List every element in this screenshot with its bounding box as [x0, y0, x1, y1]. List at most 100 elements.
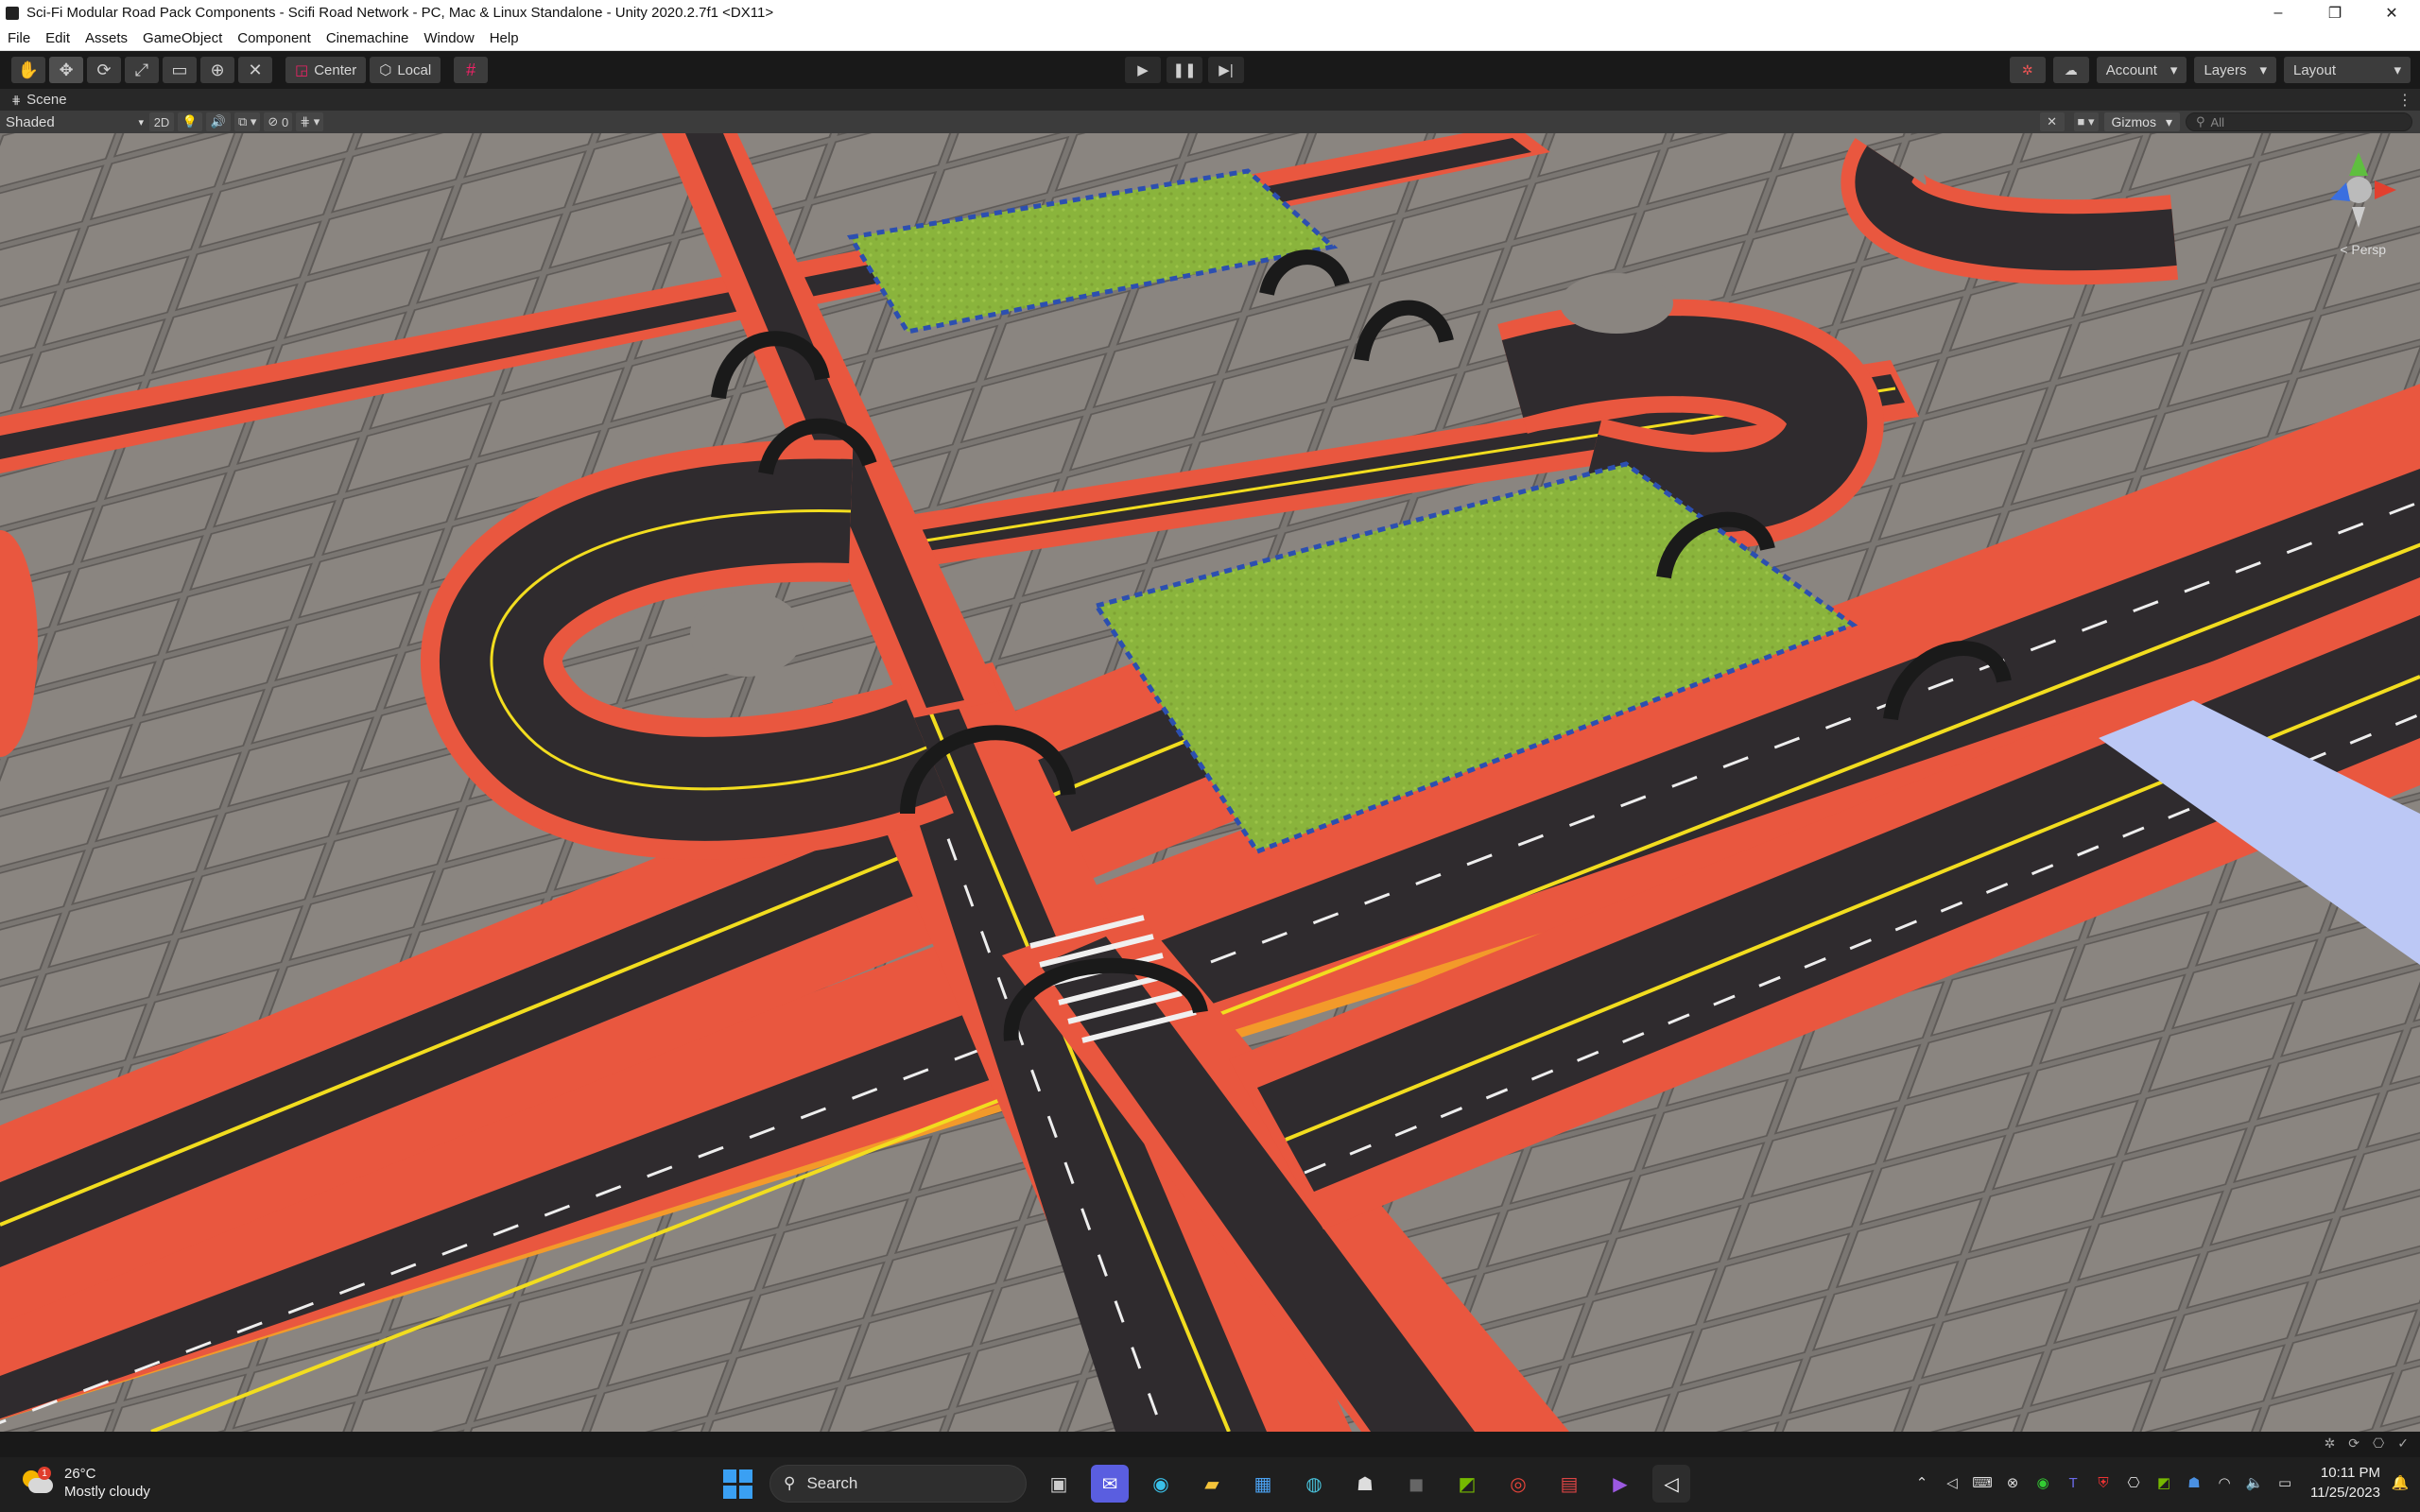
weather-widget[interactable]: 1 26°C Mostly cloudy — [21, 1465, 150, 1501]
pivot-local-label: Local — [397, 61, 432, 78]
more-options-icon[interactable]: ⋮ — [2397, 91, 2412, 110]
menu-edit[interactable]: Edit — [38, 30, 78, 46]
scene-render — [0, 133, 2420, 1432]
camera-icon[interactable]: ■ ▾ — [2073, 112, 2099, 131]
step-icon[interactable]: ▶| — [1208, 57, 1244, 83]
battery-icon[interactable]: ▭ — [2274, 1472, 2295, 1493]
menu-gameobject[interactable]: GameObject — [135, 30, 230, 46]
globe-app-icon[interactable]: ◍ — [1295, 1465, 1333, 1503]
grid-snap-icon[interactable]: # — [454, 57, 489, 83]
menu-component[interactable]: Component — [230, 30, 319, 46]
rotate-icon[interactable]: ⟳ — [87, 57, 121, 83]
scene-viewport[interactable]: < Persp — [0, 133, 2420, 1432]
nvidia-icon[interactable]: ◩ — [1448, 1465, 1486, 1503]
window-title: Sci-Fi Modular Road Pack Components - Sc… — [26, 5, 774, 21]
scene-search-input[interactable]: ⚲ All — [2186, 112, 2412, 131]
chrome-icon[interactable]: ◎ — [1499, 1465, 1537, 1503]
weather-desc: Mostly cloudy — [64, 1484, 150, 1500]
keyboard-icon[interactable]: ⌨ — [1972, 1472, 1993, 1493]
system-tray: ⌃ ◁ ⌨ ⊗ ◉ T ⛨ ⎔ ◩ ☗ ◠ 🔈 ▭ 10:11 PM 11/25… — [1911, 1463, 2411, 1503]
status-icons: ✲ ⟳ ⎔ ✓ — [2325, 1435, 2409, 1452]
close-button[interactable]: ✕ — [2363, 0, 2420, 26]
minimize-button[interactable]: – — [2250, 0, 2307, 26]
scale-icon[interactable]: ⤢ — [125, 57, 159, 83]
clapper-app-icon[interactable]: ▶ — [1601, 1465, 1639, 1503]
taskbar-apps: ⚲ Search ▣ ✉ ◉ ▰ ▦ ◍ ☗ ◼ ◩ ◎ ▤ ▶ ◁ — [718, 1465, 1690, 1503]
layout-dropdown[interactable]: Layout ▾ — [2284, 57, 2411, 83]
audio-icon[interactable]: 🔊 — [206, 112, 231, 131]
title-bar: Sci-Fi Modular Road Pack Components - Sc… — [0, 0, 2420, 26]
lighting-icon[interactable]: 💡 — [178, 112, 202, 131]
collab-icon[interactable]: ✲ — [2009, 57, 2046, 83]
effects-icon[interactable]: ⧉ ▾ — [234, 112, 261, 131]
file-explorer-icon[interactable]: ▰ — [1193, 1465, 1231, 1503]
status-bar: ✲ ⟳ ⎔ ✓ — [0, 1432, 2420, 1457]
unity-app-icon — [6, 6, 19, 20]
menu-assets[interactable]: Assets — [78, 30, 135, 46]
tray-green-icon[interactable]: ◉ — [2032, 1472, 2053, 1493]
edge-icon[interactable]: ◉ — [1142, 1465, 1180, 1503]
hand-icon[interactable]: ✋ — [11, 57, 45, 83]
scene-search-placeholder: All — [2210, 114, 2224, 129]
tray-nvidia-icon[interactable]: ◩ — [2153, 1472, 2174, 1493]
move-icon[interactable]: ✥ — [49, 57, 83, 83]
account-dropdown[interactable]: Account ▾ — [2096, 57, 2187, 83]
volume-icon[interactable]: 🔈 — [2244, 1472, 2265, 1493]
search-icon: ⚲ — [2196, 114, 2205, 129]
transform-icon[interactable]: ⊕ — [200, 57, 234, 83]
window-controls: – ❐ ✕ — [2250, 0, 2420, 26]
teams-icon[interactable]: T — [2063, 1472, 2083, 1493]
pause-icon[interactable]: ❚❚ — [1167, 57, 1202, 83]
store-icon[interactable]: ▦ — [1244, 1465, 1282, 1503]
xbox-icon[interactable]: ⊗ — [2002, 1472, 2023, 1493]
tray-app-icon[interactable]: ◁ — [1942, 1472, 1962, 1493]
shield-icon[interactable]: ⛨ — [2093, 1472, 2114, 1493]
tray-network-icon[interactable]: ⎔ — [2123, 1472, 2144, 1493]
tray-chevron-icon[interactable]: ⌃ — [1911, 1472, 1932, 1493]
maximize-button[interactable]: ❐ — [2307, 0, 2363, 26]
play-icon[interactable]: ▶ — [1125, 57, 1161, 83]
menu-cinemachine[interactable]: Cinemachine — [319, 30, 417, 46]
grid-toggle-icon[interactable]: ⋕ ▾ — [296, 112, 324, 131]
menu-file[interactable]: File — [0, 30, 38, 46]
persp-label[interactable]: < Persp — [2340, 242, 2386, 257]
hidden-objects-toggle[interactable]: ⊘ 0 — [264, 112, 293, 131]
bug-icon[interactable]: ✲ — [2325, 1435, 2336, 1452]
pivot-center-button[interactable]: ◲ Center — [285, 57, 367, 83]
tray-blue-icon[interactable]: ☗ — [2184, 1472, 2204, 1493]
2d-toggle[interactable]: 2D — [149, 112, 174, 131]
taskbar-search-input[interactable]: ⚲ Search — [769, 1465, 1027, 1503]
task-view-icon[interactable]: ▣ — [1040, 1465, 1078, 1503]
tools-icon[interactable]: ✕ — [2039, 112, 2065, 131]
tab-scene[interactable]: ⋕ Scene — [0, 92, 67, 108]
visibility-icon: ⊘ — [268, 114, 279, 129]
clock-date: 11/25/2023 — [2310, 1485, 2380, 1501]
tab-scene-label: Scene — [26, 92, 67, 108]
search-icon: ⚲ — [784, 1474, 796, 1492]
menu-help[interactable]: Help — [482, 30, 527, 46]
custom-tool-icon[interactable]: ✕ — [238, 57, 272, 83]
rect-tool-icon[interactable]: ▭ — [163, 57, 197, 83]
notification-icon[interactable]: 🔔 — [2390, 1472, 2411, 1493]
shading-mode-dropdown[interactable]: Shaded ▾ — [4, 112, 146, 131]
clock[interactable]: 10:11 PM 11/25/2023 — [2310, 1463, 2380, 1503]
scene-view-toolbar: Shaded ▾ 2D 💡 🔊 ⧉ ▾ ⊘ 0 ⋕ ▾ ✕ ■ ▾ Gizmos… — [0, 111, 2420, 133]
windows-start-icon[interactable] — [718, 1465, 756, 1503]
alien-app-icon[interactable]: ☗ — [1346, 1465, 1384, 1503]
gizmos-dropdown[interactable]: Gizmos ▾ — [2103, 112, 2180, 131]
network-icon[interactable]: ⎔ — [2373, 1435, 2384, 1452]
pivot-center-label: Center — [314, 61, 357, 78]
chevron-down-icon: ▾ — [138, 116, 144, 129]
check-icon[interactable]: ✓ — [2397, 1435, 2409, 1452]
pivot-local-button[interactable]: ⬡ Local — [370, 57, 441, 83]
weather-icon: 1 — [21, 1467, 53, 1497]
menu-window[interactable]: Window — [416, 30, 481, 46]
unity-taskbar-icon[interactable]: ◁ — [1652, 1465, 1690, 1503]
notes-app-icon[interactable]: ▤ — [1550, 1465, 1588, 1503]
layers-dropdown[interactable]: Layers ▾ — [2194, 57, 2276, 83]
dark-app-icon[interactable]: ◼ — [1397, 1465, 1435, 1503]
chat-icon[interactable]: ✉ — [1091, 1465, 1129, 1503]
cloud-icon[interactable]: ☁ — [2052, 57, 2089, 83]
refresh-icon[interactable]: ⟳ — [2348, 1435, 2360, 1452]
wifi-icon[interactable]: ◠ — [2214, 1472, 2235, 1493]
